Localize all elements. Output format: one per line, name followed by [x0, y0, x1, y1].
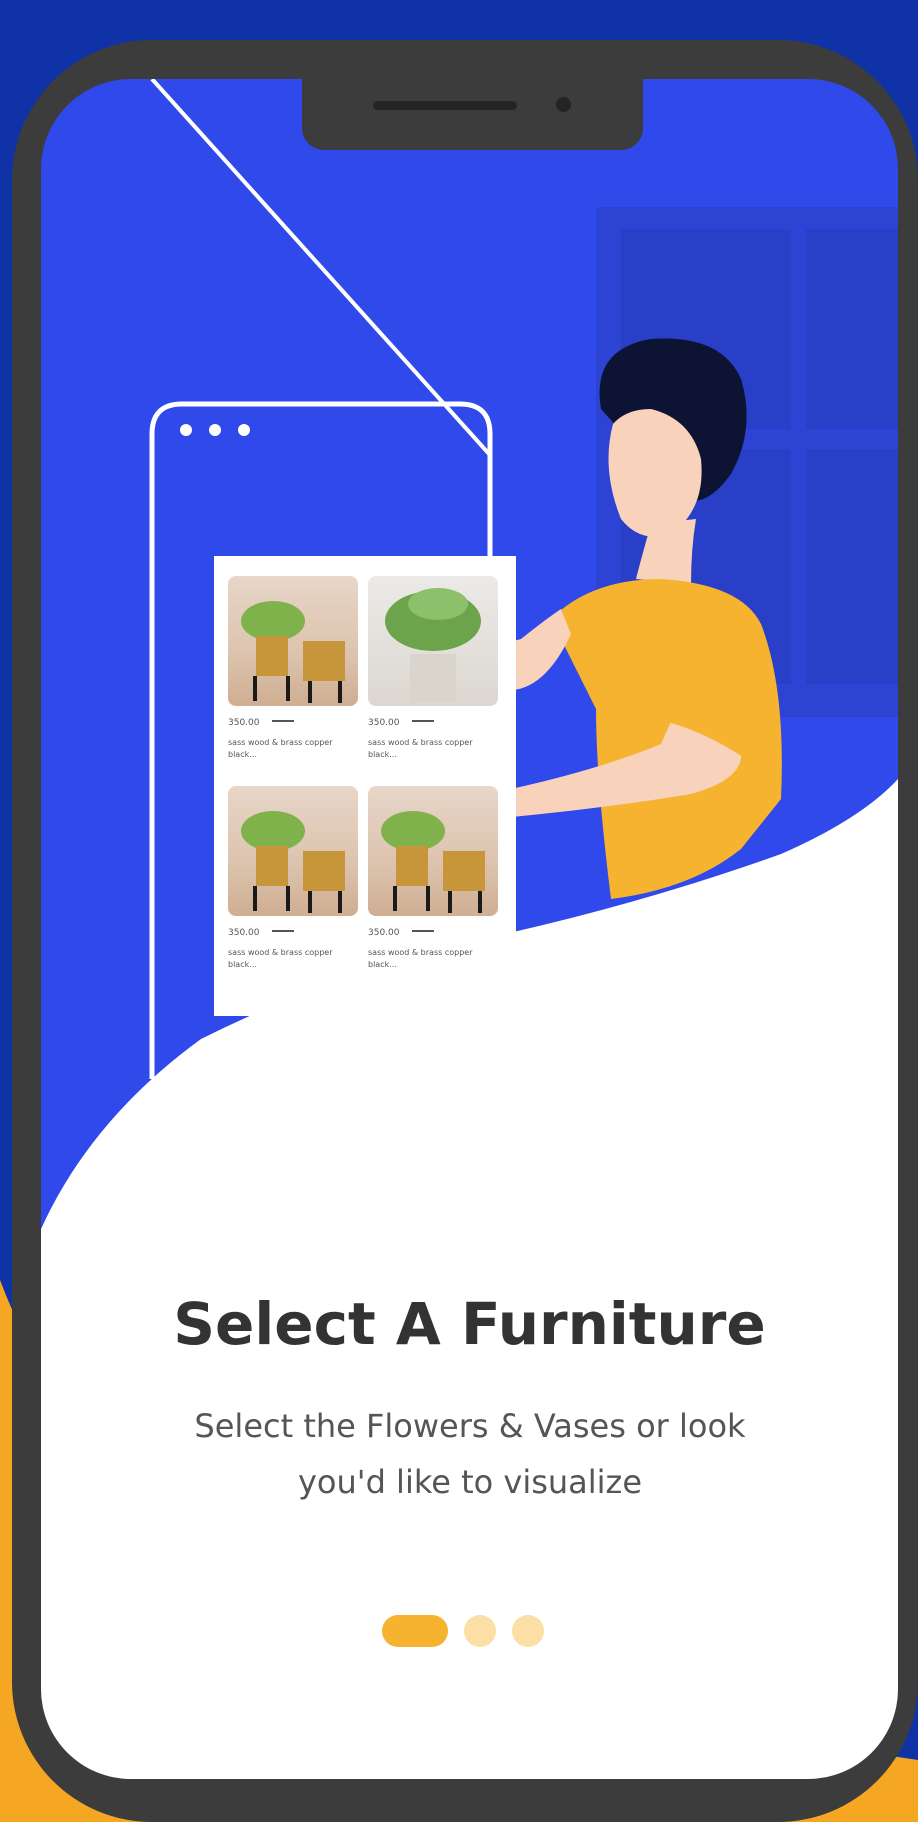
onboarding-subtitle: Select the Flowers & Vases or look you'd… [194, 1407, 746, 1501]
product-description: sass wood & brass copper black... [368, 948, 473, 969]
onboarding-page: 350.00 sass wood & brass copper black...… [0, 0, 918, 1822]
page-dot[interactable] [512, 1615, 544, 1647]
product-image [228, 576, 358, 706]
page-dot[interactable] [464, 1615, 496, 1647]
product-price: 350.00 [368, 718, 400, 728]
mock-dot-icon [180, 424, 192, 436]
product-card: 350.00 sass wood & brass copper black... [228, 786, 362, 971]
product-price: 350.00 [368, 928, 400, 938]
product-image [368, 786, 498, 916]
phone-notch [302, 79, 643, 150]
product-description: sass wood & brass copper black... [228, 738, 333, 759]
camera-icon [556, 97, 571, 112]
mock-product-grid: 350.00 sass wood & brass copper black...… [214, 556, 516, 1016]
product-price: 350.00 [228, 718, 260, 728]
product-card: 350.00 sass wood & brass copper black... [368, 786, 502, 971]
phone-screen: 350.00 sass wood & brass copper black...… [41, 79, 898, 1779]
product-image [228, 786, 358, 916]
product-price: 350.00 [228, 928, 260, 938]
onboarding-title: Select A Furniture [173, 1290, 766, 1358]
page-indicator [382, 1614, 544, 1648]
product-image [368, 576, 498, 706]
product-card: 350.00 sass wood & brass copper black... [368, 576, 502, 761]
product-description: sass wood & brass copper black... [228, 948, 333, 969]
page-dot-active[interactable] [382, 1615, 448, 1647]
speaker-grille [373, 101, 517, 110]
mock-dot-icon [238, 424, 250, 436]
product-description: sass wood & brass copper black... [368, 738, 473, 759]
product-card: 350.00 sass wood & brass copper black... [228, 576, 362, 761]
mock-dot-icon [209, 424, 221, 436]
